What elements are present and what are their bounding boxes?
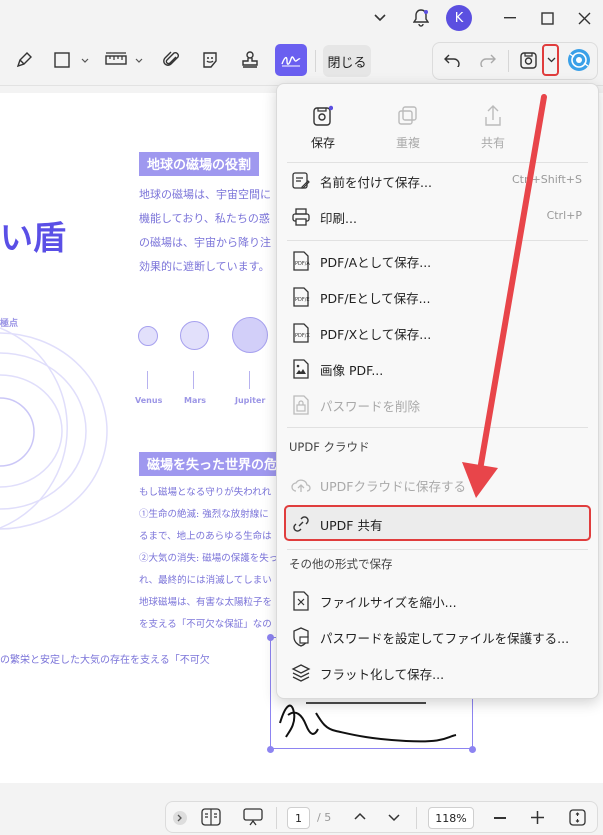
close-icon[interactable] <box>572 6 596 30</box>
menu-item-save-pdf-a[interactable]: PDF/A PDF/Aとして保存... <box>277 243 598 277</box>
planet-tick <box>147 371 148 389</box>
remove-password-icon <box>289 393 313 417</box>
planet-jupiter <box>232 317 268 353</box>
link-icon <box>289 512 313 536</box>
resize-handle[interactable] <box>267 746 274 753</box>
close-button[interactable]: 閉じる <box>323 45 371 77</box>
page-thumbnails-icon[interactable] <box>201 808 221 826</box>
menu-item-remove-password[interactable]: パスワードを削除 <box>277 387 598 421</box>
paragraph-1: 地球の磁場は、宇宙空間に 機能しており、私たちの惑 の磁場は、宇宙から降り注 効… <box>139 188 271 273</box>
resize-handle[interactable] <box>267 634 274 641</box>
menu-item-save-pdf-x[interactable]: PDF/X PDF/Xとして保存... <box>277 315 598 349</box>
divider <box>315 50 316 72</box>
quick-duplicate-button[interactable]: 重複 <box>378 102 438 151</box>
menu-item-reduce-size[interactable]: ファイルサイズを縮小... <box>277 583 598 617</box>
save-icon <box>293 102 353 130</box>
bell-icon[interactable] <box>409 6 433 30</box>
planet-tick <box>193 371 194 389</box>
menu-item-save-to-cloud[interactable]: UPDFクラウドに保存する <box>277 467 598 501</box>
avatar[interactable]: K <box>446 5 472 31</box>
fit-page-icon[interactable] <box>569 809 586 826</box>
undo-icon[interactable] <box>440 46 464 74</box>
orbit-diagram <box>0 327 108 530</box>
chevron-down-icon[interactable] <box>133 46 145 74</box>
sticker-icon[interactable] <box>196 46 224 74</box>
redo-icon[interactable] <box>476 46 500 74</box>
title-bar: K <box>0 0 603 36</box>
planet-label: Jupiter <box>235 396 266 405</box>
divider <box>508 50 509 72</box>
protect-icon <box>289 625 313 649</box>
divider <box>416 807 417 829</box>
chevron-down-icon[interactable] <box>368 6 392 30</box>
paperclip-icon[interactable] <box>158 46 186 74</box>
duplicate-icon <box>378 102 438 130</box>
section-label-cloud: UPDF クラウド <box>289 440 370 454</box>
menu-item-save-as[interactable]: 名前を付けて保存... Ctrl+Shift+S <box>277 163 598 197</box>
svg-text:PDF/X: PDF/X <box>295 333 310 339</box>
paragraph-2: もし磁場となる守りが失われれ ①生命の絶滅: 強烈な放射線に るまで、地上のあら… <box>139 487 279 630</box>
menu-item-save-pdf-e[interactable]: PDF/E PDF/Eとして保存... <box>277 279 598 313</box>
save-icon[interactable] <box>516 46 540 74</box>
save-dropdown-menu: 保存 重複 共有 名前を付けて保存... Ctrl+Shift+S 印刷... … <box>276 83 599 699</box>
signature-icon[interactable] <box>275 44 307 76</box>
page-total: / 5 <box>317 811 332 824</box>
menu-item-flatten-save[interactable]: フラット化して保存... <box>277 655 598 689</box>
pdf-a-icon: PDF/A <box>289 249 313 273</box>
section-label-other-formats: その他の形式で保存 <box>289 557 393 571</box>
stamp-icon[interactable] <box>236 46 264 74</box>
print-icon <box>289 205 313 229</box>
menu-divider <box>287 240 588 241</box>
chevron-down-icon[interactable] <box>388 814 400 822</box>
ruler-icon[interactable] <box>103 46 129 74</box>
bottom-bar: 1 / 5 118% <box>0 783 603 835</box>
planet-tick <box>249 371 250 389</box>
image-pdf-icon <box>289 357 313 381</box>
presentation-icon[interactable] <box>243 808 263 826</box>
pen-icon[interactable] <box>10 46 38 74</box>
maximize-icon[interactable] <box>535 6 559 30</box>
quick-save-button[interactable]: 保存 <box>293 102 353 151</box>
planet-label: Mars <box>184 396 207 405</box>
compress-icon <box>289 589 313 613</box>
toolbar: 閉じる <box>0 36 603 86</box>
zoom-level[interactable]: 118% <box>428 807 474 829</box>
planet-label: Venus <box>135 396 163 405</box>
expand-icon[interactable] <box>173 811 187 825</box>
section-heading-1: 地球の磁場の役割 <box>139 152 260 176</box>
svg-text:PDF/A: PDF/A <box>295 261 310 267</box>
save-as-icon <box>289 169 313 193</box>
dropdown-highlight <box>542 44 559 76</box>
resize-handle[interactable] <box>469 746 476 753</box>
planet-mars <box>180 321 209 350</box>
menu-item-protect-password[interactable]: パスワードを設定してファイルを保護する... <box>277 619 598 653</box>
menu-item-image-pdf[interactable]: 画像 PDF... <box>277 351 598 385</box>
flatten-icon <box>289 661 313 685</box>
ai-assistant-icon[interactable] <box>566 46 592 74</box>
menu-item-updf-share[interactable]: UPDF 共有 <box>277 506 598 540</box>
pdf-x-icon: PDF/X <box>289 321 313 345</box>
rectangle-icon[interactable] <box>52 46 72 74</box>
chevron-up-icon[interactable] <box>354 812 366 820</box>
menu-item-print[interactable]: 印刷... Ctrl+P <box>277 199 598 233</box>
chevron-down-icon[interactable] <box>79 46 91 74</box>
quick-share-button[interactable]: 共有 <box>463 102 523 151</box>
divider <box>276 807 277 829</box>
bottom-text-line: の繁栄と安定した大気の存在を支える「不可欠 <box>0 655 210 666</box>
minimize-icon[interactable] <box>498 6 522 30</box>
share-icon <box>463 102 523 130</box>
document-title: い盾 <box>0 218 66 257</box>
zoom-in-icon[interactable] <box>531 811 544 824</box>
section-heading-2: 磁場を失った世界の危 <box>139 452 286 476</box>
page-number-input[interactable]: 1 <box>287 807 310 829</box>
pdf-e-icon: PDF/E <box>289 285 313 309</box>
planet-venus <box>138 326 158 346</box>
menu-divider <box>287 549 588 550</box>
zoom-out-icon[interactable] <box>494 817 506 819</box>
menu-divider <box>287 427 588 428</box>
cloud-upload-icon <box>289 473 313 497</box>
svg-text:PDF/E: PDF/E <box>295 297 310 303</box>
